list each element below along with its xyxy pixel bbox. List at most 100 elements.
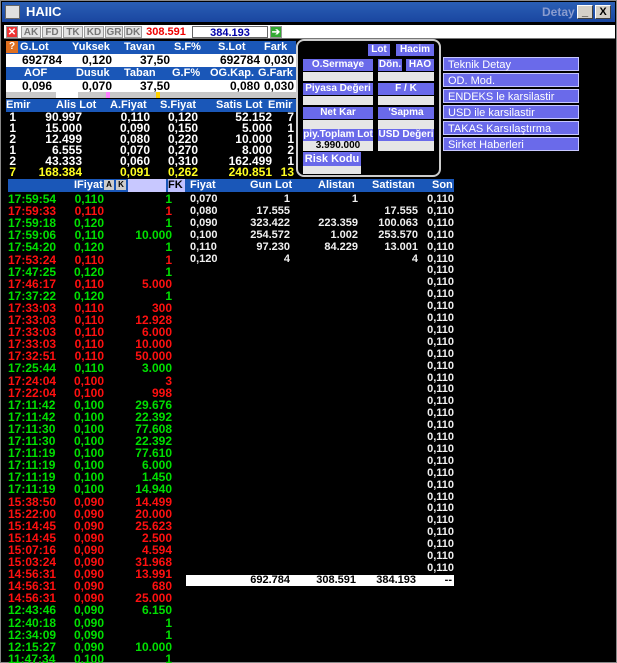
trade-time: 17:11:42 (8, 397, 56, 412)
side-menu-item[interactable]: USD ile karsilastir (443, 105, 579, 119)
trade-time: 17:24:04 (8, 373, 57, 388)
toolbar-ak[interactable]: AK (21, 26, 41, 38)
arrow-right-icon[interactable]: ➔ (270, 26, 282, 38)
don-button[interactable]: Dön. (378, 59, 402, 71)
piyasa-button[interactable]: Piyasa Değeri (303, 83, 373, 95)
toolbar-tk[interactable]: TK (63, 26, 83, 38)
trade-time: 12:34:09 (8, 627, 57, 642)
son-cell: 0,110 (427, 502, 454, 515)
son-cell: 0,110 (427, 419, 454, 432)
son-cell: 0,110 (427, 347, 454, 360)
trade-price: 0,120 (73, 240, 104, 255)
toolbar-fd[interactable]: FD (42, 26, 62, 38)
depth-head-fiyat: Fiyat (190, 179, 216, 191)
son-cell: 0,110 (427, 335, 454, 348)
depth-totals: 692.784 308.591 384.193 -- (186, 575, 454, 586)
trade-row: 12:40:18 0,090 1 (8, 617, 186, 629)
sort-a-button[interactable]: A (104, 180, 114, 190)
trade-lot: 1 (165, 264, 172, 279)
trades-header: IFiyat A K FK (8, 179, 186, 192)
trade-row: 15:14:45 0,090 2.500 (8, 532, 186, 544)
close-button[interactable]: X (595, 5, 611, 19)
close-icon[interactable]: ✕ (6, 26, 18, 38)
trade-row: 17:46:17 0,110 5.000 (8, 278, 186, 290)
toolbar-dk[interactable]: DK (124, 26, 142, 38)
head-gf: G.F% (172, 67, 201, 79)
orderbook-total-cell: 13 (280, 165, 294, 179)
son-cell: 0,110 (427, 478, 454, 491)
trade-lot: 5.000 (141, 276, 172, 291)
son-cell: 0,110 (427, 216, 454, 229)
trade-row: 17:24:04 0,100 3 (8, 375, 186, 387)
trade-row: 17:37:22 0,120 1 (8, 290, 186, 302)
trade-lot: 1 (165, 204, 172, 219)
trade-time: 12:40:18 (8, 615, 57, 630)
fk-button[interactable]: F / K (378, 83, 434, 95)
total-alistan: 308.591 (316, 574, 356, 586)
son-cell: 0,110 (427, 395, 454, 408)
help-icon[interactable]: ? (6, 41, 18, 53)
usd-button[interactable]: USD Değeri (378, 129, 434, 141)
toolbar-kd[interactable]: KD (84, 26, 104, 38)
toolbar-value2[interactable]: 384.193 (192, 26, 268, 39)
trade-lot: 14.940 (135, 482, 172, 497)
trade-price: 0,100 (73, 482, 104, 497)
sapma-button[interactable]: 'Sapma (378, 107, 434, 119)
toolbar-gr[interactable]: GR (105, 26, 123, 38)
total-gunlot: 692.784 (250, 574, 290, 586)
hao-button[interactable]: HAO (406, 59, 434, 71)
trade-lot: 1 (165, 615, 172, 630)
depth-cell: 1 (283, 193, 290, 205)
hacim-button[interactable]: Hacim (396, 44, 434, 56)
side-menu-item[interactable]: TAKAS Karsılaştırma (443, 121, 579, 135)
depth-cell: 0,110 (190, 241, 217, 253)
trade-price: 0,090 (73, 627, 104, 642)
app-window: HAIIC Detay _ X ✕ AK FD TK KD GR DK 308.… (0, 0, 617, 663)
trade-time: 15:14:45 (8, 518, 57, 533)
fk-field (378, 96, 434, 105)
side-menu-item[interactable]: OD. Mod. (443, 73, 579, 87)
son-cell: 0,110 (427, 228, 454, 241)
trade-price: 0,120 (73, 288, 104, 303)
scroll-strip[interactable] (6, 92, 296, 98)
trade-lot: 10.000 (135, 639, 172, 654)
strip-marker (156, 92, 160, 98)
side-menu-item[interactable]: Teknik Detay (443, 57, 579, 71)
trade-price: 0,100 (73, 651, 104, 663)
son-cell: 0,110 (427, 204, 454, 217)
sort-k-button[interactable]: K (116, 180, 126, 190)
strip-thumb[interactable] (56, 92, 78, 98)
val-fark: 0,030 (263, 53, 294, 67)
trade-time: 17:22:04 (8, 385, 57, 400)
trade-time: 17:47:25 (8, 264, 57, 279)
trade-price: 0,100 (73, 397, 104, 412)
son-cell: 0,110 (427, 454, 454, 467)
trade-lot: 25.623 (135, 518, 172, 533)
son-cell: 0,110 (427, 252, 454, 265)
trade-row: 12:34:09 0,090 1 (8, 629, 186, 641)
osermaye-button[interactable]: O.Sermaye (303, 59, 373, 71)
trade-lot: 20.000 (135, 506, 172, 521)
trade-row: 17:53:24 0,110 1 (8, 254, 186, 266)
trade-time: 17:11:42 (8, 409, 56, 424)
trade-row: 17:11:42 0,100 29.676 (8, 399, 186, 411)
side-menu-item[interactable]: Sirket Haberleri (443, 137, 579, 151)
depth-cell: 0,120 (190, 253, 218, 265)
son-cell: 0,110 (427, 538, 454, 551)
son-cell: 0,110 (427, 288, 454, 301)
depth-cell: 323.422 (250, 217, 290, 229)
risk-button[interactable]: Risk Kodu (303, 152, 361, 166)
orderbook-total-cell: 7 (9, 165, 16, 179)
trades-head-fiyat: IFiyat (74, 179, 103, 191)
minimize-button[interactable]: _ (577, 5, 593, 19)
trade-lot: 22.392 (135, 409, 172, 424)
trade-lot: 1 (165, 651, 172, 663)
netkar-button[interactable]: Net Kar (303, 107, 373, 119)
side-menu-item[interactable]: ENDEKS le karsilastir (443, 89, 579, 103)
trade-time: 12:43:46 (8, 603, 57, 618)
son-cell: 0,110 (427, 561, 454, 574)
lot-button[interactable]: Lot (368, 44, 390, 56)
trade-row: 15:38:50 0,090 14.499 (8, 496, 186, 508)
son-cell: 0,110 (427, 312, 454, 324)
don-field (378, 72, 434, 81)
